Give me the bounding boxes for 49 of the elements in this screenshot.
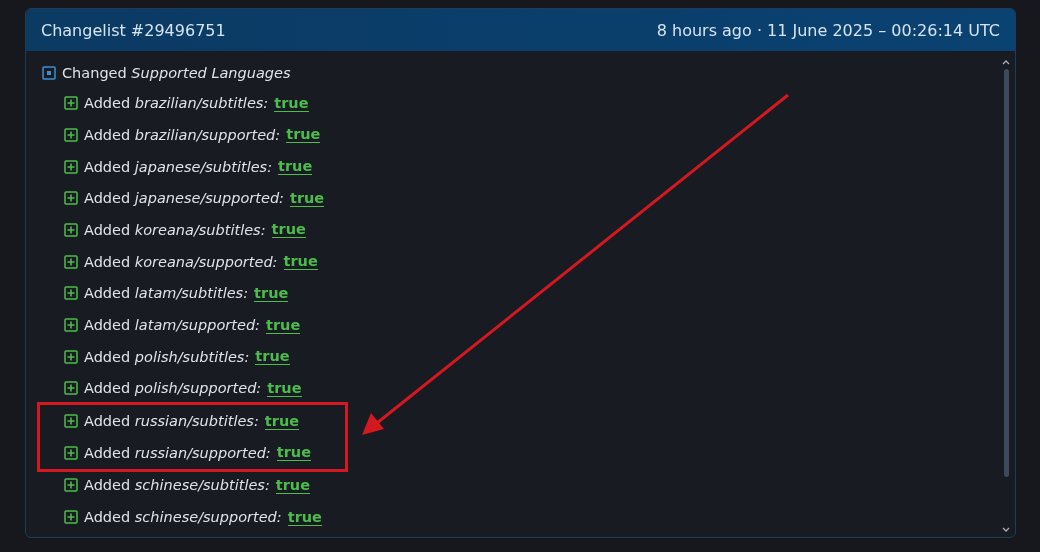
plus-icon: [64, 286, 78, 301]
plus-icon: [64, 318, 78, 333]
change-text: Added brazilian/supported:: [84, 126, 281, 143]
change-value: true: [255, 348, 290, 366]
change-value: true: [267, 379, 302, 397]
plus-icon: [64, 222, 78, 237]
change-text: Added latam/supported:: [84, 317, 260, 334]
change-value: true: [274, 94, 309, 112]
change-value: true: [289, 189, 325, 207]
timestamp: 8 hours ago · 11 June 2025 – 00:26:14 UTC: [656, 20, 1000, 40]
plus-icon: [64, 191, 78, 206]
change-text: Added japanese/subtitles:: [84, 158, 273, 175]
change-value: true: [271, 221, 306, 239]
change-value: true: [254, 284, 289, 302]
change-text: Added russian/subtitles:: [84, 413, 259, 430]
changed-icon: [42, 66, 56, 81]
change-text: Added schinese/subtitles:: [84, 477, 270, 494]
change-text: Added brazilian/subtitles:: [84, 95, 269, 112]
change-value: true: [275, 476, 311, 494]
change-value: true: [287, 508, 322, 526]
plus-icon: [64, 254, 78, 269]
plus-icon: [64, 478, 78, 493]
change-text: Added latam/subtitles:: [84, 285, 249, 302]
change-text: Changed Supported Languages: [62, 65, 291, 82]
change-value: true: [283, 253, 318, 271]
plus-icon: [64, 510, 78, 525]
chevron-down-icon[interactable]: [1002, 527, 1010, 533]
change-value: true: [266, 316, 301, 334]
plus-icon: [64, 414, 78, 429]
plus-icon: [64, 127, 78, 142]
plus-icon: [64, 445, 78, 460]
change-text: Added schinese/supported:: [84, 509, 282, 526]
plus-icon: [64, 381, 78, 396]
change-text: Added polish/subtitles:: [84, 348, 250, 365]
change-text: Added polish/supported:: [84, 380, 262, 397]
change-value: true: [278, 158, 313, 176]
change-value: true: [264, 412, 300, 430]
change-value: true: [276, 444, 311, 462]
change-text: Added japanese/supported:: [84, 190, 284, 207]
change-text: Added koreana/supported:: [84, 253, 278, 270]
chevron-up-icon[interactable]: [1002, 59, 1010, 65]
plus-icon: [64, 96, 78, 111]
change-value: true: [286, 126, 321, 144]
change-text: Added russian/supported:: [84, 444, 271, 461]
changelist-title: Changelist #29496751: [41, 20, 226, 40]
plus-icon: [64, 159, 78, 174]
scrollbar[interactable]: [1003, 69, 1009, 477]
plus-icon: [64, 349, 78, 364]
change-text: Added koreana/subtitles:: [84, 221, 266, 238]
